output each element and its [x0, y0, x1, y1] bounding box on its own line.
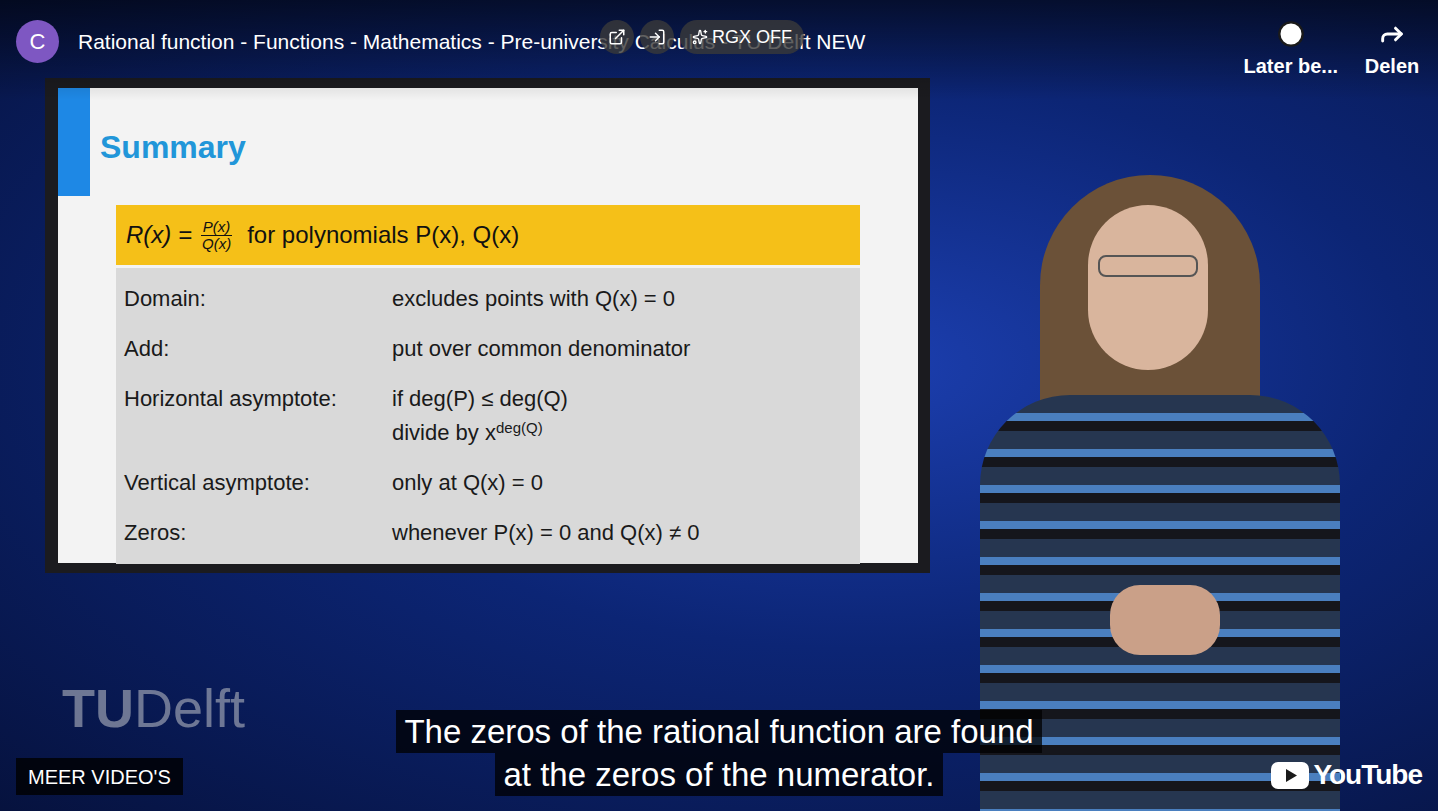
slide-title: Summary — [100, 126, 246, 168]
sparkles-icon — [692, 29, 708, 45]
captions: The zeros of the rational function are f… — [0, 710, 1438, 796]
slide-header: Summary — [58, 88, 918, 205]
row-value: only at Q(x) = 0 — [392, 468, 543, 498]
row-value: excludes points with Q(x) = 0 — [392, 284, 675, 314]
summary-row: Vertical asymptote:only at Q(x) = 0 — [116, 458, 860, 508]
row-label: Domain: — [124, 284, 392, 314]
row-label: Add: — [124, 334, 392, 364]
summary-row: Add:put over common denominator — [116, 324, 860, 374]
summary-row: Domain:excludes points with Q(x) = 0 — [116, 274, 860, 324]
row-value: put over common denominator — [392, 334, 690, 364]
channel-avatar[interactable]: C — [16, 20, 59, 63]
extension-toolbar: RGX OFF — [600, 20, 804, 54]
youtube-logo[interactable]: YouTube — [1271, 758, 1422, 792]
row-label: Zeros: — [124, 518, 392, 548]
summary-table: Domain:excludes points with Q(x) = 0Add:… — [116, 268, 860, 564]
caption-line: at the zeros of the numerator. — [495, 753, 942, 796]
exit-button[interactable] — [640, 20, 674, 54]
pip-icon — [608, 28, 626, 46]
more-videos-button[interactable]: MEER VIDEO'S — [16, 758, 183, 795]
rgx-toggle[interactable]: RGX OFF — [680, 20, 804, 54]
slide-monitor: Summary R(x) =P(x)Q(x)for polynomials P(x… — [45, 78, 930, 573]
row-value: if deg(P) ≤ deg(Q)divide by xdeg(Q) — [392, 384, 568, 448]
row-value: whenever P(x) = 0 and Q(x) ≠ 0 — [392, 518, 699, 548]
row-label: Vertical asymptote: — [124, 468, 392, 498]
share-icon — [1378, 20, 1406, 48]
pip-button[interactable] — [600, 20, 634, 54]
summary-row: Horizontal asymptote:if deg(P) ≤ deg(Q)d… — [116, 374, 860, 458]
caption-line: The zeros of the rational function are f… — [396, 710, 1041, 753]
definition-row: R(x) =P(x)Q(x)for polynomials P(x), Q(x) — [116, 205, 860, 265]
row-label: Horizontal asymptote: — [124, 384, 392, 448]
slide: Summary R(x) =P(x)Q(x)for polynomials P(x… — [58, 88, 918, 563]
youtube-play-icon — [1271, 762, 1309, 789]
slide-accent-bar — [58, 88, 90, 196]
share-button[interactable]: Delen — [1362, 20, 1422, 78]
clock-icon — [1277, 20, 1305, 48]
summary-row: Zeros:whenever P(x) = 0 and Q(x) ≠ 0 — [116, 508, 860, 558]
fraction: P(x)Q(x) — [200, 219, 233, 252]
tudelft-watermark: TUDelft — [62, 678, 245, 738]
summary-box: R(x) =P(x)Q(x)for polynomials P(x), Q(x)… — [116, 205, 860, 564]
watch-later-button[interactable]: Later be... — [1244, 20, 1338, 78]
video-player[interactable]: Summary R(x) =P(x)Q(x)for polynomials P(x… — [0, 0, 1438, 811]
exit-icon — [648, 28, 666, 46]
